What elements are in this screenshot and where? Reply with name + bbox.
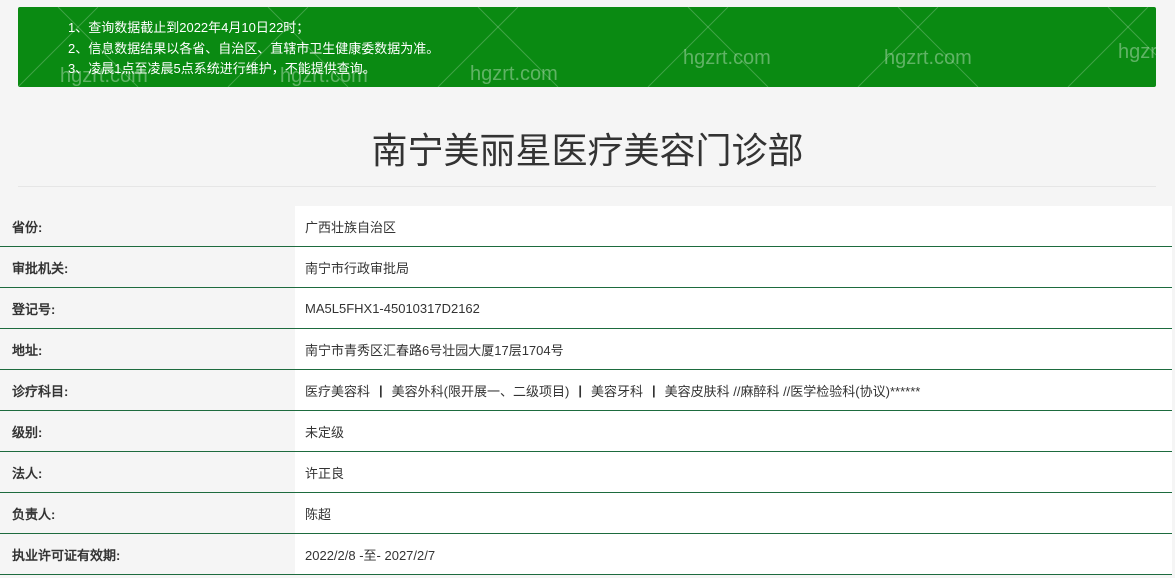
watermark-text: hgzrt.com — [884, 47, 972, 69]
separator: | — [651, 382, 656, 398]
separator: | — [379, 382, 383, 398]
notice-lines: 1、查询数据截止到2022年4月10日22时； 2、信息数据结果以各省、自治区、… — [68, 18, 439, 80]
department-item: 美容牙科 — [590, 383, 643, 399]
row-label: 负责人: — [0, 493, 295, 533]
row-label: 地址: — [0, 329, 295, 369]
title-divider — [18, 186, 1156, 187]
departments-value: 医疗美容科 | 美容外科(限开展一、二级项目) | 美容牙科 | 美容皮肤科 /… — [295, 370, 1172, 410]
row-label: 法人: — [0, 452, 295, 492]
table-row: 地址: 南宁市青秀区汇春路6号壮园大厦17层1704号 — [0, 329, 1172, 370]
watermark-text: hgzrt.com — [1118, 41, 1156, 63]
table-row: 诊疗科目: 医疗美容科 | 美容外科(限开展一、二级项目) | 美容牙科 | 美… — [0, 370, 1172, 411]
notice-line: 3、凌晨1点至凌晨5点系统进行维护，不能提供查询。 — [68, 61, 376, 76]
watermark-text: hgzrt.com — [470, 63, 558, 85]
row-label: 诊疗科目: — [0, 370, 295, 410]
row-value: 南宁市青秀区汇春路6号壮园大厦17层1704号 — [295, 329, 1172, 369]
notice-line: 1、查询数据截止到2022年4月10日22时； — [68, 20, 310, 35]
row-label: 级别: — [0, 411, 295, 451]
table-row: 执业许可证有效期: 2022/2/8 -至- 2027/2/7 — [0, 534, 1172, 575]
row-value: 南宁市行政审批局 — [295, 247, 1172, 287]
separator: | — [578, 382, 582, 398]
table-row: 级别: 未定级 — [0, 411, 1172, 452]
row-value: 陈超 — [295, 493, 1172, 533]
table-row: 负责人: 陈超 — [0, 493, 1172, 534]
table-row: 审批机关: 南宁市行政审批局 — [0, 247, 1172, 288]
row-label: 执业许可证有效期: — [0, 534, 295, 574]
department-item: 医疗美容科 — [305, 383, 371, 399]
info-table: 省份: 广西壮族自治区 审批机关: 南宁市行政审批局 登记号: MA5L5FHX… — [0, 206, 1172, 575]
row-value: 未定级 — [295, 411, 1172, 451]
department-item: 美容外科(限开展一、二级项目) — [391, 383, 570, 399]
watermark-text: hgzrt.com — [683, 47, 771, 69]
department-item: 美容皮肤科 //麻醉科 //医学检验科(协议)****** — [664, 383, 921, 399]
row-label: 省份: — [0, 206, 295, 246]
page-title: 南宁美丽星医疗美容门诊部 — [371, 131, 804, 172]
row-value: 2022/2/8 -至- 2027/2/7 — [295, 534, 1172, 574]
row-label: 审批机关: — [0, 247, 295, 287]
row-value: 许正良 — [295, 452, 1172, 492]
row-value: MA5L5FHX1-45010317D2162 — [295, 288, 1172, 328]
row-value: 广西壮族自治区 — [295, 206, 1172, 246]
table-row: 法人: 许正良 — [0, 452, 1172, 493]
notice-banner: hgzrt.com hgzrt.com hgzrt.com hgzrt.com … — [18, 7, 1156, 87]
row-label: 登记号: — [0, 288, 295, 328]
table-row: 登记号: MA5L5FHX1-45010317D2162 — [0, 288, 1172, 329]
table-row: 省份: 广西壮族自治区 — [0, 206, 1172, 247]
notice-line: 2、信息数据结果以各省、自治区、直辖市卫生健康委数据为准。 — [68, 40, 440, 56]
